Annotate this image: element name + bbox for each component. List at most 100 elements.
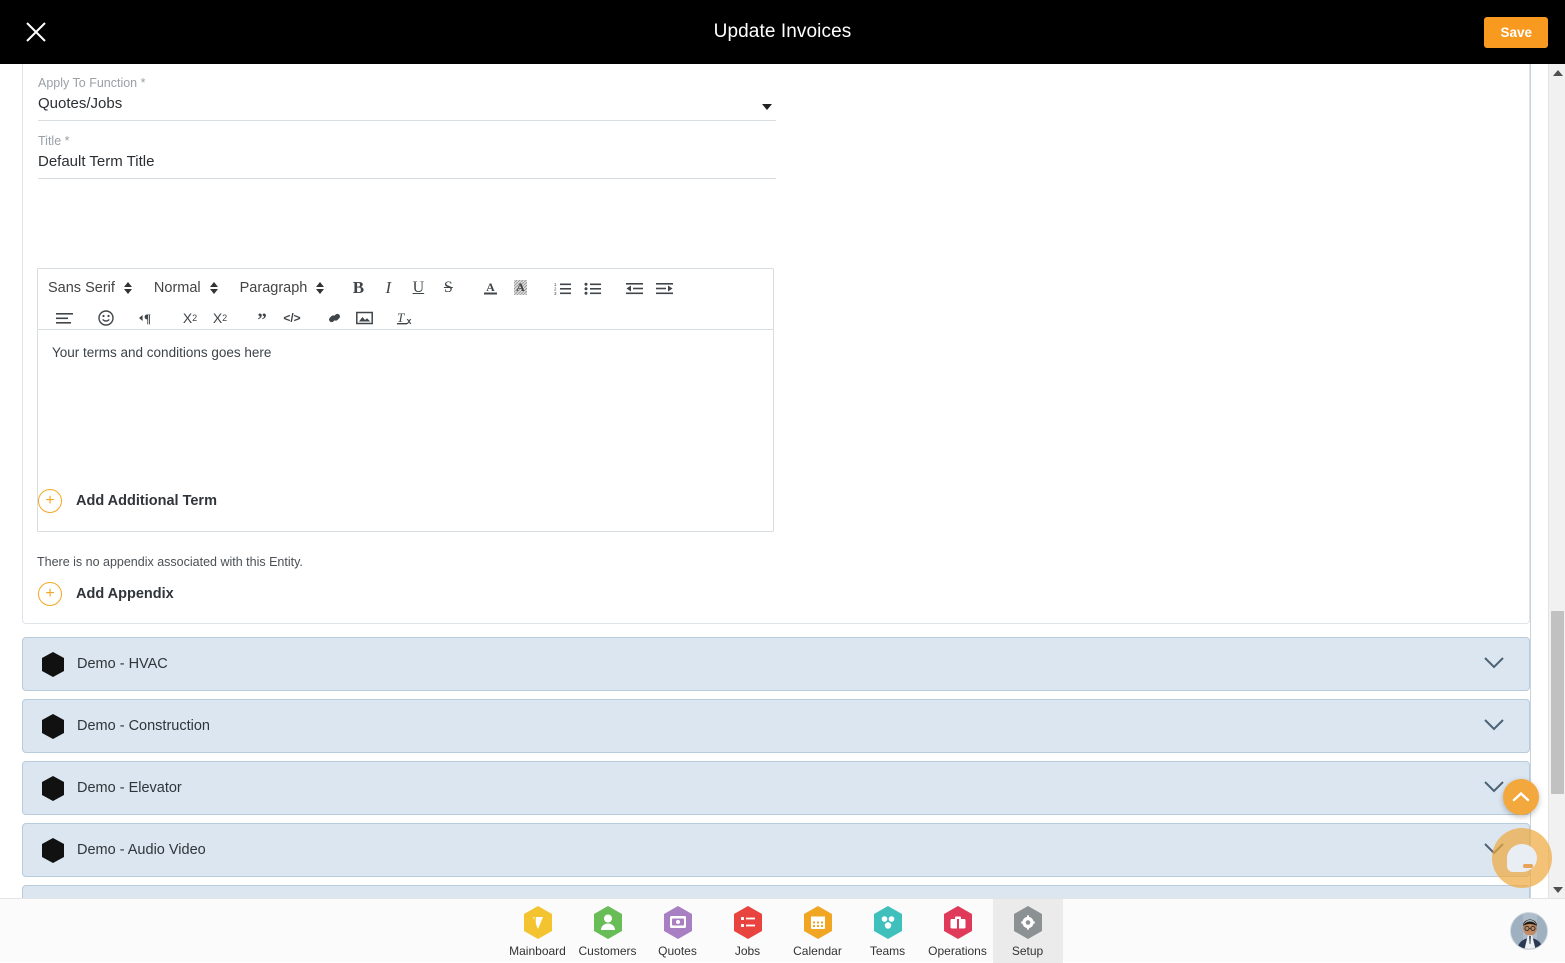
- plus-icon: +: [38, 489, 62, 513]
- nav-label: Jobs: [734, 943, 761, 958]
- nav-label: Calendar: [793, 943, 842, 958]
- nav-label: Operations: [928, 943, 987, 958]
- nav-label: Setup: [1011, 943, 1044, 958]
- chevron-updown-icon: [316, 282, 325, 294]
- scrollbar-thumb[interactable]: [1551, 611, 1564, 794]
- italic-icon[interactable]: I: [374, 275, 402, 301]
- quotes-icon: [662, 905, 694, 940]
- chevron-down-icon[interactable]: [762, 104, 772, 110]
- font-family-select[interactable]: Sans Serif: [46, 280, 134, 296]
- calendar-icon: [802, 905, 834, 940]
- close-icon[interactable]: [22, 18, 50, 46]
- bold-icon[interactable]: B: [344, 275, 372, 301]
- add-appendix-label: Add Appendix: [76, 586, 174, 602]
- add-additional-term-button[interactable]: + Add Additional Term: [38, 489, 217, 513]
- font-size-select[interactable]: Normal: [152, 280, 220, 296]
- chevron-down-icon[interactable]: [1483, 718, 1505, 737]
- accordion-label: Demo - HVAC: [77, 656, 168, 672]
- setup-icon: [1012, 905, 1044, 940]
- avatar[interactable]: [1510, 912, 1548, 950]
- entity-hexagon-icon: [41, 837, 65, 864]
- subscript-icon[interactable]: X2: [176, 305, 204, 331]
- accordion-label: Demo - Construction: [77, 718, 210, 734]
- title-field[interactable]: Title * Default Term Title: [38, 134, 776, 179]
- content-column: Apply To Function * Quotes/Jobs Title * …: [0, 64, 1547, 898]
- underline-icon[interactable]: U: [404, 275, 432, 301]
- nav-item-operations[interactable]: Operations: [923, 899, 993, 963]
- align-icon[interactable]: [50, 305, 78, 331]
- top-app-bar: Update Invoices Save: [0, 0, 1565, 64]
- chevron-down-icon[interactable]: [1483, 656, 1505, 675]
- accordion-partial[interactable]: [22, 885, 1530, 898]
- clear-formatting-icon[interactable]: T x: [392, 305, 420, 331]
- svg-text:¶: ¶: [144, 311, 151, 325]
- nav-item-setup[interactable]: Setup: [992, 899, 1063, 963]
- editor-toolbar: Sans Serif Normal Paragraph B I U S A A …: [38, 269, 773, 330]
- superscript-icon[interactable]: X2: [206, 305, 234, 331]
- nav-items: Mainboard Customers Quotes Jobs Calendar…: [0, 899, 1565, 963]
- title-label: Title *: [38, 134, 70, 148]
- nav-label: Teams: [869, 943, 906, 958]
- toolbar-row-2: ¶ X2 X2 ” </> T x: [46, 304, 765, 332]
- indent-icon[interactable]: [650, 275, 678, 301]
- chevron-down-icon[interactable]: [1483, 780, 1505, 799]
- nav-label: Mainboard: [509, 943, 566, 958]
- nav-item-quotes[interactable]: Quotes: [643, 899, 713, 963]
- save-button[interactable]: Save: [1484, 17, 1548, 48]
- appendix-note: There is no appendix associated with thi…: [37, 555, 303, 569]
- page-title: Update Invoices: [713, 21, 852, 42]
- toolbar-row-1: Sans Serif Normal Paragraph B I U S A A …: [46, 274, 765, 302]
- accordion-demo-construction[interactable]: Demo - Construction: [22, 699, 1530, 753]
- chevron-updown-icon: [209, 282, 218, 294]
- image-icon[interactable]: [350, 305, 378, 331]
- strikethrough-icon[interactable]: S: [434, 275, 462, 301]
- nav-item-calendar[interactable]: Calendar: [783, 899, 853, 963]
- ordered-list-icon[interactable]: 1 2 3: [548, 275, 576, 301]
- apply-to-function-label: Apply To Function *: [38, 76, 146, 90]
- nav-item-mainboard[interactable]: Mainboard: [503, 899, 573, 963]
- apply-to-function-field[interactable]: Apply To Function * Quotes/Jobs: [38, 76, 776, 121]
- link-icon[interactable]: [320, 305, 348, 331]
- nav-label: Customers: [578, 943, 637, 958]
- add-additional-term-label: Add Additional Term: [76, 493, 217, 509]
- background-color-icon[interactable]: A: [506, 275, 534, 301]
- scroll-down-arrow-icon[interactable]: [1549, 881, 1565, 898]
- text-color-icon[interactable]: A: [476, 275, 504, 301]
- add-appendix-button[interactable]: + Add Appendix: [38, 582, 174, 606]
- plus-icon: +: [38, 582, 62, 606]
- scroll-up-arrow-icon[interactable]: [1549, 64, 1565, 81]
- font-size-value: Normal: [153, 280, 201, 296]
- accordion-demo-elevator[interactable]: Demo - Elevator: [22, 761, 1530, 815]
- apply-to-function-value[interactable]: Quotes/Jobs: [38, 95, 776, 121]
- chevron-updown-icon: [123, 282, 132, 294]
- text-direction-icon[interactable]: ¶: [134, 305, 162, 331]
- panel-divider: [1530, 64, 1531, 898]
- scroll-to-top-button[interactable]: [1503, 779, 1539, 815]
- customers-icon: [592, 905, 624, 940]
- outdent-icon[interactable]: [620, 275, 648, 301]
- chat-button[interactable]: [1492, 828, 1552, 888]
- block-format-value: Paragraph: [239, 280, 308, 296]
- entity-hexagon-icon: [41, 651, 65, 678]
- block-format-select[interactable]: Paragraph: [238, 280, 327, 296]
- accordion-label: Demo - Audio Video: [77, 842, 206, 858]
- entity-hexagon-icon: [41, 713, 65, 740]
- svg-text:T: T: [397, 310, 405, 325]
- mainboard-icon: [522, 905, 554, 940]
- vertical-scrollbar[interactable]: [1548, 64, 1565, 898]
- title-input[interactable]: Default Term Title: [38, 153, 776, 179]
- accordion-demo-hvac[interactable]: Demo - HVAC: [22, 637, 1530, 691]
- blockquote-icon[interactable]: ”: [248, 305, 276, 331]
- teams-icon: [872, 905, 904, 940]
- accordion-demo-audio-video[interactable]: Demo - Audio Video: [22, 823, 1530, 877]
- accordion-label: Demo - Elevator: [77, 780, 182, 796]
- code-block-icon[interactable]: </>: [278, 305, 306, 331]
- svg-text:3: 3: [554, 291, 557, 296]
- operations-icon: [942, 905, 974, 940]
- nav-label: Quotes: [658, 943, 697, 958]
- nav-item-customers[interactable]: Customers: [573, 899, 643, 963]
- nav-item-jobs[interactable]: Jobs: [713, 899, 783, 963]
- nav-item-teams[interactable]: Teams: [853, 899, 923, 963]
- emoji-icon[interactable]: [92, 305, 120, 331]
- bullet-list-icon[interactable]: [578, 275, 606, 301]
